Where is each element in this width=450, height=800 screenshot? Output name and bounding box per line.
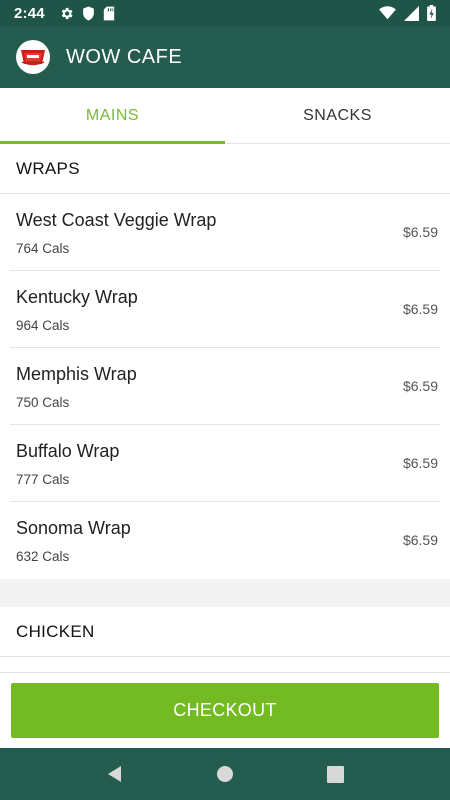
item-calories: 632 Cals xyxy=(16,549,70,564)
item-calories: 777 Cals xyxy=(16,472,70,487)
item-name: Kentucky Wrap xyxy=(16,287,138,307)
section-divider xyxy=(0,579,450,607)
signal-icon xyxy=(404,5,419,21)
status-time: 2:44 xyxy=(14,4,45,22)
item-price: $6.59 xyxy=(402,301,438,317)
menu-item[interactable]: Memphis Wrap 750 Cals $6.59 xyxy=(10,348,440,425)
shield-icon xyxy=(82,6,95,21)
back-icon[interactable] xyxy=(95,754,135,794)
tab-mains[interactable]: MAINS xyxy=(0,88,225,144)
section-wraps: WRAPS West Coast Veggie Wrap 764 Cals $6… xyxy=(0,144,450,579)
item-price: $6.59 xyxy=(402,532,438,548)
item-name: West Coast Veggie Wrap xyxy=(16,210,217,230)
category-tabs: MAINS SNACKS xyxy=(0,88,450,144)
item-name: Sonoma Wrap xyxy=(16,518,131,538)
item-calories: 964 Cals xyxy=(16,318,70,333)
menu-item[interactable]: Sonoma Wrap 632 Cals $6.59 xyxy=(10,502,440,579)
checkout-button[interactable]: CHECKOUT xyxy=(11,683,439,738)
item-name: Buffalo Wrap xyxy=(16,441,120,461)
item-price: $6.59 xyxy=(402,224,438,240)
gear-icon xyxy=(59,6,74,21)
checkout-area: CHECKOUT xyxy=(0,672,450,748)
menu-item[interactable]: Buffalo Wrap 777 Cals $6.59 xyxy=(10,425,440,502)
section-header: CHICKEN xyxy=(0,607,450,657)
app-title: WOW CAFE xyxy=(66,45,183,68)
wow-cafe-logo-icon xyxy=(16,40,50,74)
item-calories: 750 Cals xyxy=(16,395,70,410)
item-calories: 764 Cals xyxy=(16,241,70,256)
item-price: $6.59 xyxy=(402,455,438,471)
section-chicken: CHICKEN xyxy=(0,607,450,675)
section-header: WRAPS xyxy=(0,144,450,194)
menu-item[interactable]: West Coast Veggie Wrap 764 Cals $6.59 xyxy=(10,194,440,271)
status-bar: 2:44 xyxy=(0,0,450,26)
tab-snacks[interactable]: SNACKS xyxy=(225,88,450,143)
system-nav-bar xyxy=(0,748,450,800)
wifi-icon xyxy=(379,6,396,20)
sd-card-icon xyxy=(103,6,115,21)
app-bar: WOW CAFE xyxy=(0,26,450,88)
item-price: $6.59 xyxy=(402,378,438,394)
menu-item[interactable]: Kentucky Wrap 964 Cals $6.59 xyxy=(10,271,440,348)
recents-icon[interactable] xyxy=(315,754,355,794)
item-name: Memphis Wrap xyxy=(16,364,137,384)
home-icon[interactable] xyxy=(205,754,245,794)
menu-list[interactable]: WRAPS West Coast Veggie Wrap 764 Cals $6… xyxy=(0,144,450,675)
battery-charging-icon xyxy=(427,5,436,21)
